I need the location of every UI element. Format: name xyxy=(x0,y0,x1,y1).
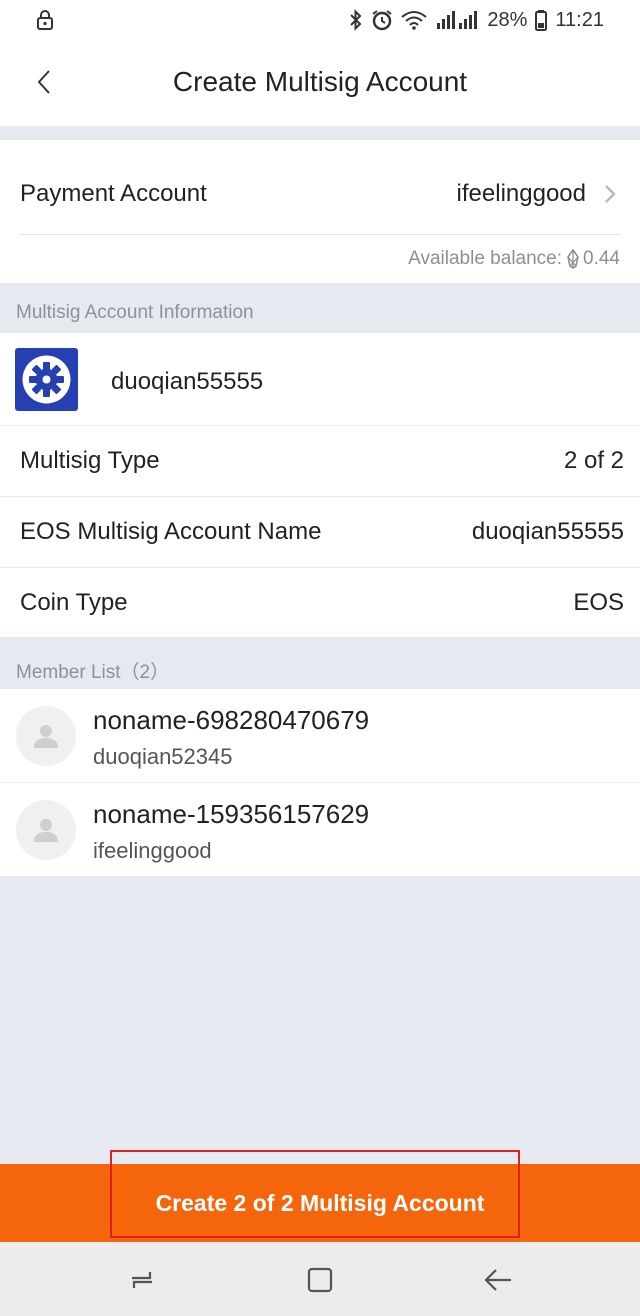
chevron-right-icon xyxy=(605,185,616,203)
coin-type-value: EOS xyxy=(573,589,624,616)
app-header: Create Multisig Account xyxy=(0,40,640,126)
status-bar: 28% 11:21 xyxy=(0,0,640,40)
wifi-icon xyxy=(401,11,428,30)
coin-type-label: Coin Type xyxy=(20,589,128,616)
create-button-label: Create 2 of 2 Multisig Account xyxy=(155,1190,485,1216)
balance-value: 0.44 xyxy=(583,248,620,269)
eos-account-name-row: EOS Multisig Account Name duoqian55555 xyxy=(0,497,640,568)
back-arrow-icon xyxy=(484,1269,511,1291)
system-nav-bar xyxy=(0,1242,640,1316)
member-list-title: Member List（2） xyxy=(16,662,170,683)
multisig-type-value: 2 of 2 xyxy=(563,447,624,474)
home-icon xyxy=(307,1267,333,1293)
multisig-type-row: Multisig Type 2 of 2 xyxy=(0,426,640,497)
multisig-section-title: Multisig Account Information xyxy=(16,302,254,323)
user-icon xyxy=(34,819,58,842)
available-balance: Available balance: 0.44 xyxy=(408,248,620,270)
payment-account-label: Payment Account xyxy=(20,180,207,207)
member-name: noname-698280470679 xyxy=(93,705,370,735)
bluetooth-icon xyxy=(350,9,362,31)
lock-icon xyxy=(37,10,53,30)
member-name: noname-159356157629 xyxy=(93,799,370,829)
coin-type-row: Coin Type EOS xyxy=(0,568,640,638)
member-list: noname-698280470679 duoqian52345 noname-… xyxy=(0,689,640,876)
recent-apps-icon xyxy=(132,1272,152,1288)
multisig-info: duoqian55555 Multisig Type 2 of 2 EOS Mu… xyxy=(0,333,640,637)
eos-icon xyxy=(567,249,579,269)
battery-percent: 28% xyxy=(487,8,528,31)
multisig-account-row: duoqian55555 xyxy=(0,333,640,426)
payment-account-row[interactable]: Payment Account ifeelinggood xyxy=(20,140,620,235)
multisig-type-label: Multisig Type xyxy=(20,447,160,474)
status-icons: 28% 11:21 xyxy=(349,6,604,34)
alarm-icon xyxy=(372,10,392,31)
create-multisig-button[interactable]: Create 2 of 2 Multisig Account xyxy=(0,1150,640,1242)
list-item: noname-159356157629 ifeelinggood xyxy=(0,783,640,876)
system-back-button[interactable] xyxy=(482,1264,514,1296)
eos-account-name-label: EOS Multisig Account Name xyxy=(20,518,322,545)
page-title: Create Multisig Account xyxy=(172,66,468,97)
home-button[interactable] xyxy=(304,1264,336,1296)
eos-account-name-value: duoqian55555 xyxy=(471,518,624,545)
gear-logo-icon xyxy=(15,348,78,411)
signal-icon xyxy=(437,11,478,29)
member-account: duoqian52345 xyxy=(93,744,233,769)
list-item: noname-698280470679 duoqian52345 xyxy=(0,689,640,783)
member-account: ifeelinggood xyxy=(93,838,212,863)
payment-account-value: ifeelinggood xyxy=(456,180,586,207)
multisig-account-name: duoqian55555 xyxy=(111,368,264,395)
avatar xyxy=(16,706,76,766)
payment-card: Payment Account ifeelinggood Available b… xyxy=(0,140,640,283)
clock: 11:21 xyxy=(555,8,604,31)
avatar xyxy=(16,800,76,860)
user-icon xyxy=(34,725,58,748)
balance-label: Available balance: xyxy=(408,248,563,269)
battery-icon xyxy=(535,10,548,31)
recent-apps-button[interactable] xyxy=(126,1264,158,1296)
